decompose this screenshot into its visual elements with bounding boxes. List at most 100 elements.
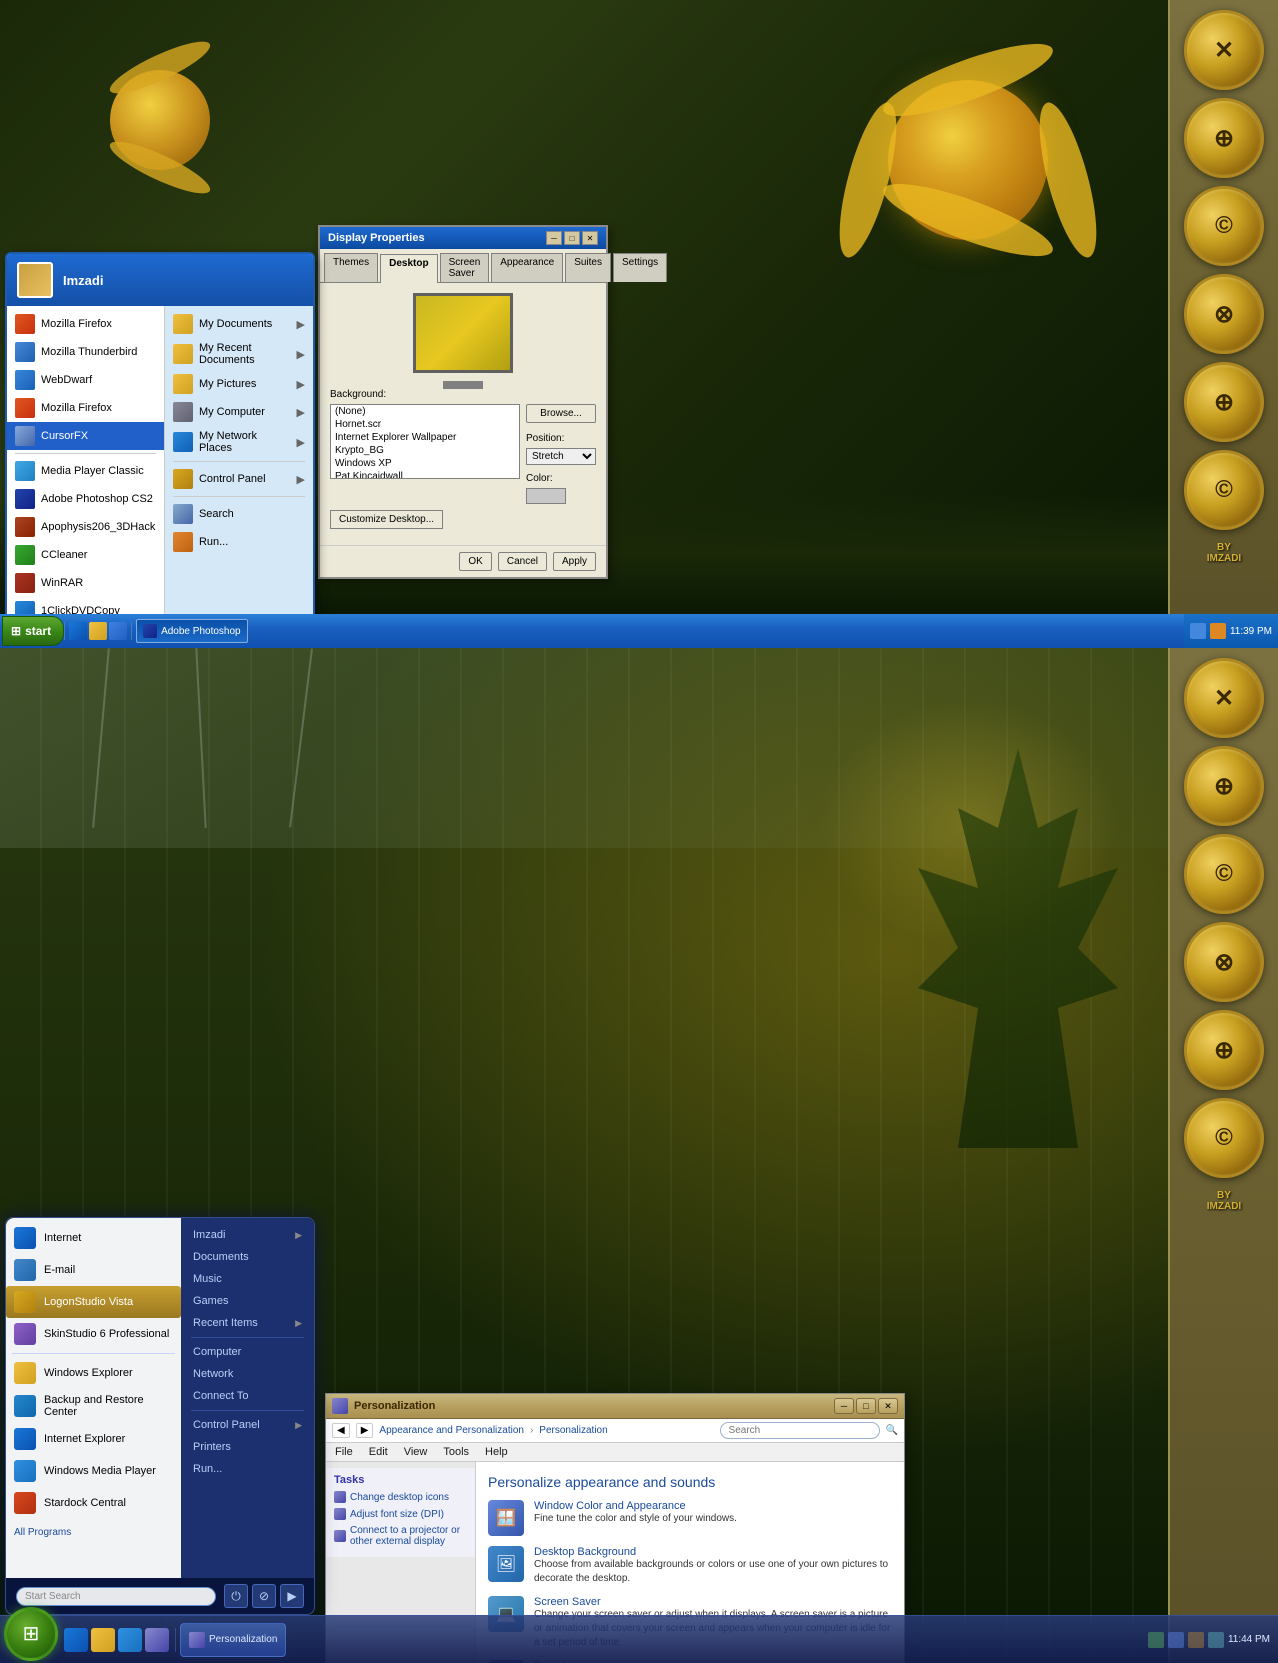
bg-winxp[interactable]: Windows XP: [331, 457, 519, 470]
vmenu-explorer[interactable]: Windows Explorer: [6, 1357, 181, 1389]
ql-folder-icon[interactable]: [89, 622, 107, 640]
gold-icon-4[interactable]: ⊗: [1184, 274, 1264, 354]
apply-button[interactable]: Apply: [553, 552, 596, 571]
window-minimize-button[interactable]: ─: [834, 1398, 854, 1414]
vista-ql-media[interactable]: [118, 1628, 142, 1652]
gold-icon-6[interactable]: ©: [1184, 450, 1264, 530]
breadcrumb-personalization[interactable]: Personalization: [539, 1425, 607, 1436]
menu-item-ccleaner[interactable]: CCleaner: [7, 541, 164, 569]
bg-hornet[interactable]: Hornet.scr: [331, 418, 519, 431]
vista-lock-button[interactable]: ⊘: [252, 1584, 276, 1608]
vista-tray-2[interactable]: [1168, 1632, 1184, 1648]
menu-item-photoshop[interactable]: Adobe Photoshop CS2: [7, 485, 164, 513]
persona-desktop-bg[interactable]: 🖼 Desktop Background Choose from availab…: [488, 1546, 892, 1586]
menu-item-myrecent[interactable]: My Recent Documents ▶: [165, 338, 313, 370]
menu-item-mycomputer[interactable]: My Computer ▶: [165, 398, 313, 426]
window-color-title[interactable]: Window Color and Appearance: [534, 1500, 737, 1512]
menu-edit[interactable]: Edit: [366, 1445, 391, 1459]
menu-item-mediaplayer[interactable]: Media Player Classic: [7, 457, 164, 485]
menu-item-controlpanel[interactable]: Control Panel ▶: [165, 465, 313, 493]
breadcrumb-appearance[interactable]: Appearance and Personalization: [379, 1425, 524, 1436]
gold-icon-b6[interactable]: ©: [1184, 1098, 1264, 1178]
vmenu-r-documents[interactable]: Documents: [185, 1246, 310, 1268]
tab-appearance[interactable]: Appearance: [491, 253, 563, 282]
menu-item-thunderbird[interactable]: Mozilla Thunderbird: [7, 338, 164, 366]
vmenu-mediaplayer[interactable]: Windows Media Player: [6, 1455, 181, 1487]
browse-button[interactable]: Browse...: [526, 404, 596, 423]
menu-item-run[interactable]: Run...: [165, 528, 313, 556]
vmenu-logonstudio[interactable]: LogonStudio Vista: [6, 1286, 181, 1318]
position-select[interactable]: Stretch Tile Center: [526, 448, 596, 465]
cancel-button[interactable]: Cancel: [498, 552, 547, 571]
vista-start-button[interactable]: ⊞: [4, 1607, 58, 1661]
vmenu-r-printers[interactable]: Printers: [185, 1436, 310, 1458]
window-close-button[interactable]: ✕: [878, 1398, 898, 1414]
vmenu-r-connectto[interactable]: Connect To: [185, 1385, 310, 1407]
menu-item-search[interactable]: Search: [165, 500, 313, 528]
vista-tray-4[interactable]: [1208, 1632, 1224, 1648]
vmenu-r-imzadi[interactable]: Imzadi ▶: [185, 1224, 310, 1246]
minimize-button[interactable]: ─: [546, 231, 562, 245]
customize-desktop-button[interactable]: Customize Desktop...: [330, 510, 443, 529]
menu-item-mypictures[interactable]: My Pictures ▶: [165, 370, 313, 398]
vmenu-r-run[interactable]: Run...: [185, 1458, 310, 1480]
menu-tools[interactable]: Tools: [440, 1445, 472, 1459]
task-desktop-icons[interactable]: Change desktop icons: [334, 1490, 467, 1504]
gold-icon-b2[interactable]: ⊕: [1184, 746, 1264, 826]
bg-ie-wallpaper[interactable]: Internet Explorer Wallpaper: [331, 431, 519, 444]
vista-ql-folder[interactable]: [91, 1628, 115, 1652]
bg-pat[interactable]: Pat Kincaidwall: [331, 470, 519, 479]
vista-ql-extra[interactable]: [145, 1628, 169, 1652]
vmenu-r-music[interactable]: Music: [185, 1268, 310, 1290]
menu-item-firefox2[interactable]: Mozilla Firefox: [7, 394, 164, 422]
persona-window-color[interactable]: 🪟 Window Color and Appearance Fine tune …: [488, 1500, 892, 1536]
menu-item-mydocs[interactable]: My Documents ▶: [165, 310, 313, 338]
ql-ie-icon[interactable]: [69, 622, 87, 640]
tab-screensaver[interactable]: Screen Saver: [440, 253, 490, 282]
task-font-size[interactable]: Adjust font size (DPI): [334, 1507, 467, 1521]
vmenu-r-network[interactable]: Network: [185, 1363, 310, 1385]
bg-none[interactable]: (None): [331, 405, 519, 418]
tray-icon-2[interactable]: [1210, 623, 1226, 639]
vmenu-backup[interactable]: Backup and Restore Center: [6, 1389, 181, 1423]
tab-themes[interactable]: Themes: [324, 253, 378, 282]
vmenu-email[interactable]: E-mail: [6, 1254, 181, 1286]
gold-icon-1[interactable]: ✕: [1184, 10, 1264, 90]
forward-button[interactable]: ▶: [356, 1423, 374, 1438]
gold-icon-b1[interactable]: ✕: [1184, 658, 1264, 738]
vista-ql-ie[interactable]: [64, 1628, 88, 1652]
vmenu-r-games[interactable]: Games: [185, 1290, 310, 1312]
color-picker[interactable]: [526, 488, 566, 504]
taskbar-photoshop[interactable]: Adobe Photoshop: [136, 619, 248, 643]
tab-settings[interactable]: Settings: [613, 253, 667, 282]
menu-item-apophysis[interactable]: Apophysis206_3DHack: [7, 513, 164, 541]
tab-suites[interactable]: Suites: [565, 253, 611, 282]
vista-search-bar[interactable]: Start Search: [16, 1587, 216, 1606]
task-projector[interactable]: Connect to a projector or other external…: [334, 1524, 467, 1548]
vista-arrow-button[interactable]: ▶: [280, 1584, 304, 1608]
screen-saver-title[interactable]: Screen Saver: [534, 1596, 892, 1608]
search-submit-button[interactable]: 🔍: [886, 1425, 898, 1436]
menu-item-mynetwork[interactable]: My Network Places ▶: [165, 426, 313, 458]
close-button[interactable]: ✕: [582, 231, 598, 245]
tray-icon-1[interactable]: [1190, 623, 1206, 639]
menu-file[interactable]: File: [332, 1445, 356, 1459]
maximize-button[interactable]: □: [564, 231, 580, 245]
background-list[interactable]: (None) Hornet.scr Internet Explorer Wall…: [330, 404, 520, 479]
xp-start-button[interactable]: ⊞ start: [2, 616, 64, 646]
vmenu-r-computer[interactable]: Computer: [185, 1341, 310, 1363]
back-button[interactable]: ◀: [332, 1423, 350, 1438]
menu-item-cursorfx[interactable]: CursorFX: [7, 422, 164, 450]
gold-icon-b5[interactable]: ⊕: [1184, 1010, 1264, 1090]
gold-icon-2[interactable]: ⊕: [1184, 98, 1264, 178]
window-maximize-button[interactable]: □: [856, 1398, 876, 1414]
vista-taskbar-personalization[interactable]: Personalization: [180, 1623, 286, 1657]
ok-button[interactable]: OK: [459, 552, 491, 571]
menu-item-firefox[interactable]: Mozilla Firefox: [7, 310, 164, 338]
vista-power-button[interactable]: ⏻: [224, 1584, 248, 1608]
gold-icon-3[interactable]: ©: [1184, 186, 1264, 266]
vmenu-stardock[interactable]: Stardock Central: [6, 1487, 181, 1519]
vista-tray-1[interactable]: [1148, 1632, 1164, 1648]
ql-media-icon[interactable]: [109, 622, 127, 640]
gold-icon-b3[interactable]: ©: [1184, 834, 1264, 914]
